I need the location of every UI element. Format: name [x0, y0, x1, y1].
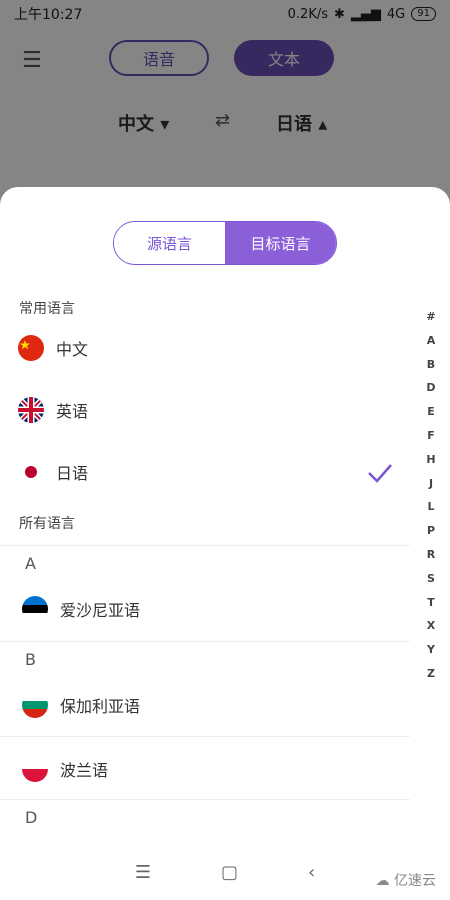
cloud-icon: ☁ [375, 873, 390, 889]
language-sheet: 源语言 目标语言 常用语言 中文 英语 日语 所有语言 A 爱沙尼亚语 B 保加… [0, 187, 450, 900]
divider [0, 799, 410, 800]
divider [0, 736, 410, 737]
index-letter[interactable]: X [427, 614, 435, 638]
index-letter[interactable]: Y [427, 638, 435, 662]
index-letter[interactable]: A [427, 329, 436, 353]
language-segment: 源语言 目标语言 [113, 221, 337, 265]
divider [0, 545, 410, 546]
index-letter[interactable]: # [426, 305, 435, 329]
language-item-polish[interactable]: 波兰语 [22, 744, 432, 794]
index-letter[interactable]: R [427, 543, 435, 567]
index-letter[interactable]: F [427, 424, 435, 448]
language-item-estonian[interactable]: 爱沙尼亚语 [22, 584, 432, 634]
home-nav-icon[interactable]: ▢ [221, 862, 238, 883]
language-item-bulgarian[interactable]: 保加利亚语 [22, 680, 432, 730]
index-letter[interactable]: L [427, 495, 434, 519]
poland-flag-icon [22, 756, 48, 782]
estonia-flag-icon [22, 596, 48, 622]
index-letter[interactable]: T [427, 591, 435, 615]
language-label: 英语 [56, 402, 89, 421]
index-letter[interactable]: B [427, 353, 435, 377]
target-language-tab[interactable]: 目标语言 [225, 222, 336, 264]
language-label: 爱沙尼亚语 [60, 601, 141, 620]
index-letter[interactable]: H [426, 448, 435, 472]
bulgaria-flag-icon [22, 692, 48, 718]
alphabet-index: # A B D E F H J L P R S T X Y Z [424, 305, 438, 686]
index-letter[interactable]: S [427, 567, 435, 591]
language-label: 日语 [56, 464, 89, 483]
china-flag-icon [18, 335, 44, 361]
check-icon [368, 464, 392, 483]
language-item-chinese[interactable]: 中文 [18, 323, 428, 373]
index-letter[interactable]: J [429, 472, 433, 496]
back-nav-icon[interactable]: ‹ [308, 862, 315, 883]
index-letter[interactable]: P [427, 519, 435, 543]
menu-nav-icon[interactable]: ☰ [135, 862, 151, 883]
index-letter[interactable]: D [426, 376, 435, 400]
japan-flag-icon [18, 459, 44, 485]
source-language-tab[interactable]: 源语言 [114, 222, 225, 264]
language-label: 保加利亚语 [60, 697, 141, 716]
all-languages-header: 所有语言 [19, 516, 75, 532]
divider [0, 641, 410, 642]
group-letter-a: A [25, 554, 36, 573]
watermark-text: 亿速云 [394, 873, 436, 889]
language-item-english[interactable]: 英语 [18, 385, 428, 435]
watermark-logo: ☁ 亿速云 [376, 870, 436, 890]
index-letter[interactable]: E [427, 400, 435, 424]
group-letter-d: D [25, 808, 38, 827]
index-letter[interactable]: Z [427, 662, 435, 686]
language-label: 波兰语 [60, 761, 109, 780]
group-letter-b: B [25, 650, 36, 669]
language-label: 中文 [56, 340, 89, 359]
language-item-japanese[interactable]: 日语 [18, 447, 428, 497]
common-languages-header: 常用语言 [19, 301, 75, 317]
uk-flag-icon [18, 397, 44, 423]
